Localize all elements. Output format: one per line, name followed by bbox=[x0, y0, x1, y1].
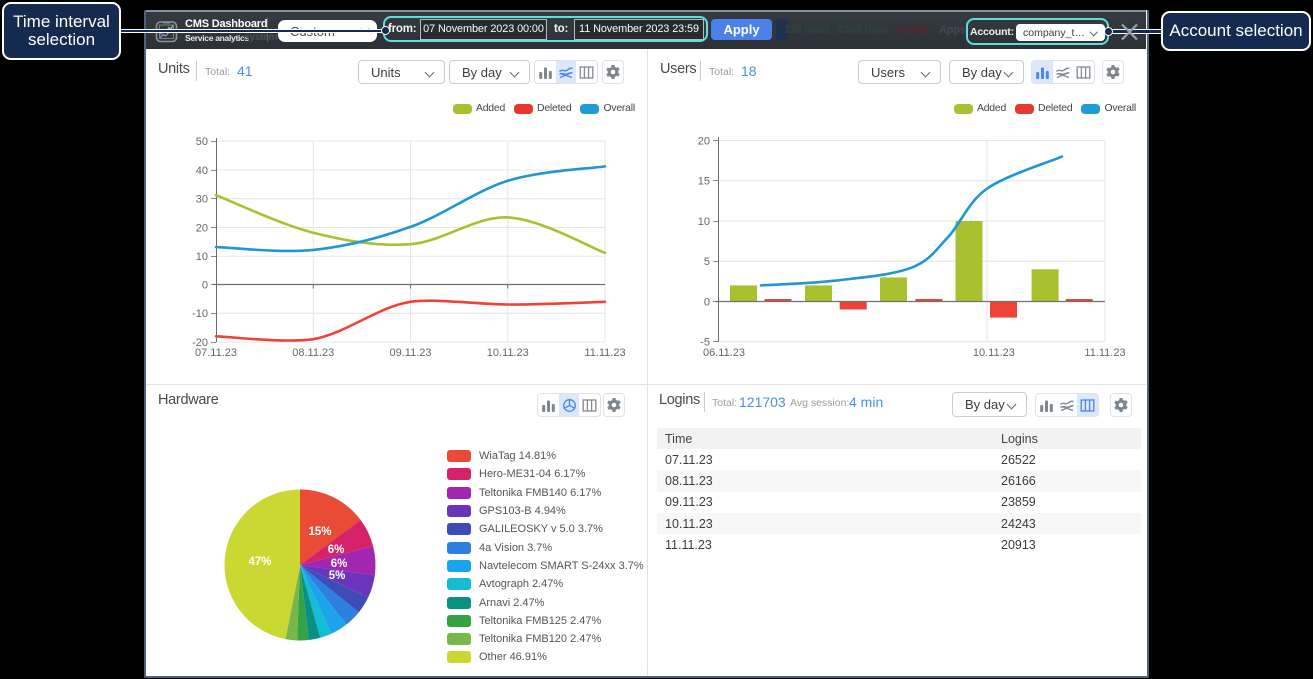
svg-text:10: 10 bbox=[698, 216, 710, 228]
svg-text:0: 0 bbox=[202, 279, 208, 291]
svg-text:6%: 6% bbox=[328, 544, 345, 556]
svg-text:10.11.23: 10.11.23 bbox=[973, 347, 1015, 359]
svg-text:5: 5 bbox=[704, 256, 710, 268]
svg-text:50: 50 bbox=[196, 136, 208, 148]
svg-text:07.11.23: 07.11.23 bbox=[195, 347, 237, 359]
svg-text:15%: 15% bbox=[308, 526, 331, 538]
svg-text:06.11.23: 06.11.23 bbox=[703, 347, 745, 359]
svg-text:09.11.23: 09.11.23 bbox=[389, 347, 431, 359]
svg-text:11.11.23: 11.11.23 bbox=[584, 347, 625, 359]
svg-text:08.11.23: 08.11.23 bbox=[292, 347, 334, 359]
svg-text:40: 40 bbox=[196, 165, 208, 177]
svg-text:0: 0 bbox=[704, 296, 710, 308]
svg-text:20: 20 bbox=[196, 222, 208, 234]
svg-text:15: 15 bbox=[698, 176, 710, 188]
svg-text:30: 30 bbox=[196, 194, 208, 206]
svg-text:6%: 6% bbox=[331, 558, 348, 570]
svg-text:5%: 5% bbox=[329, 570, 346, 582]
svg-text:20: 20 bbox=[698, 135, 710, 147]
svg-text:11.11.23: 11.11.23 bbox=[1084, 347, 1125, 359]
svg-text:-10: -10 bbox=[192, 308, 208, 320]
svg-text:10.11.23: 10.11.23 bbox=[487, 347, 529, 359]
svg-text:10: 10 bbox=[196, 251, 208, 263]
svg-text:47%: 47% bbox=[248, 556, 271, 568]
